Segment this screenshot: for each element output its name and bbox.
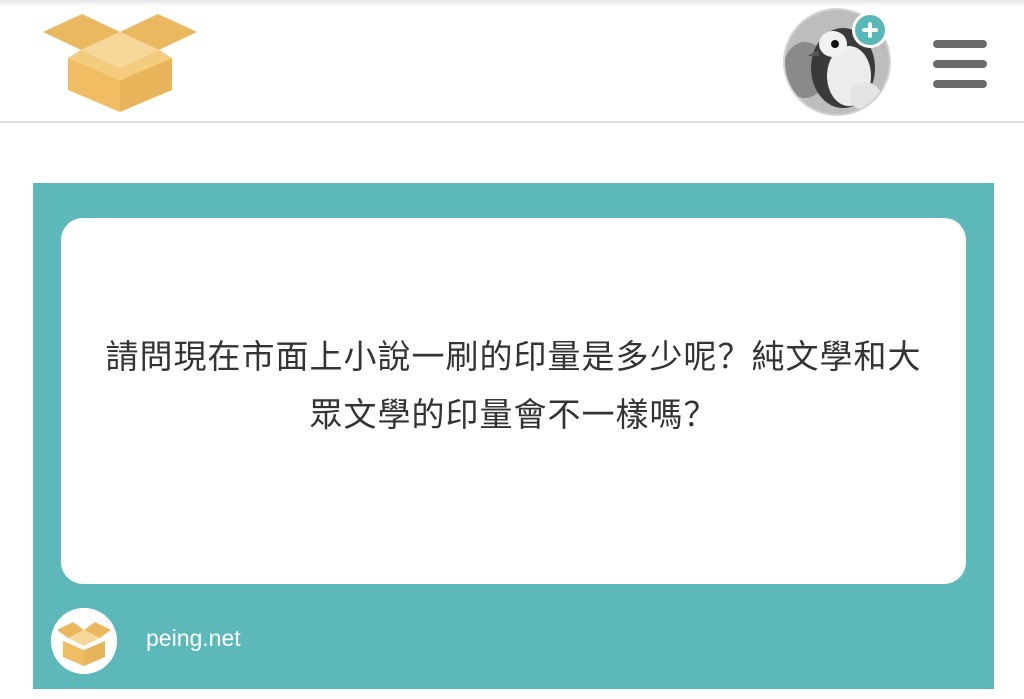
- question-card: 請問現在市面上小說一刷的印量是多少呢？純文學和大眾文學的印量會不一樣嗎？ pei…: [33, 183, 994, 689]
- question-text: 請問現在市面上小說一刷的印量是多少呢？純文學和大眾文學的印量會不一樣嗎？: [105, 337, 922, 434]
- site-name: peing.net: [146, 625, 241, 651]
- add-friend-button[interactable]: [852, 12, 888, 48]
- footer-box-icon: [51, 608, 117, 674]
- question-box: 請問現在市面上小說一刷的印量是多少呢？純文學和大眾文學的印量會不一樣嗎？: [61, 218, 966, 584]
- top-navbar: [0, 0, 1024, 123]
- box-logo-icon[interactable]: [40, 6, 200, 118]
- hamburger-menu-icon[interactable]: [930, 38, 990, 90]
- menu-line: [933, 40, 987, 48]
- menu-line: [933, 80, 987, 88]
- menu-line: [933, 60, 987, 68]
- plus-circle-icon: [855, 15, 885, 45]
